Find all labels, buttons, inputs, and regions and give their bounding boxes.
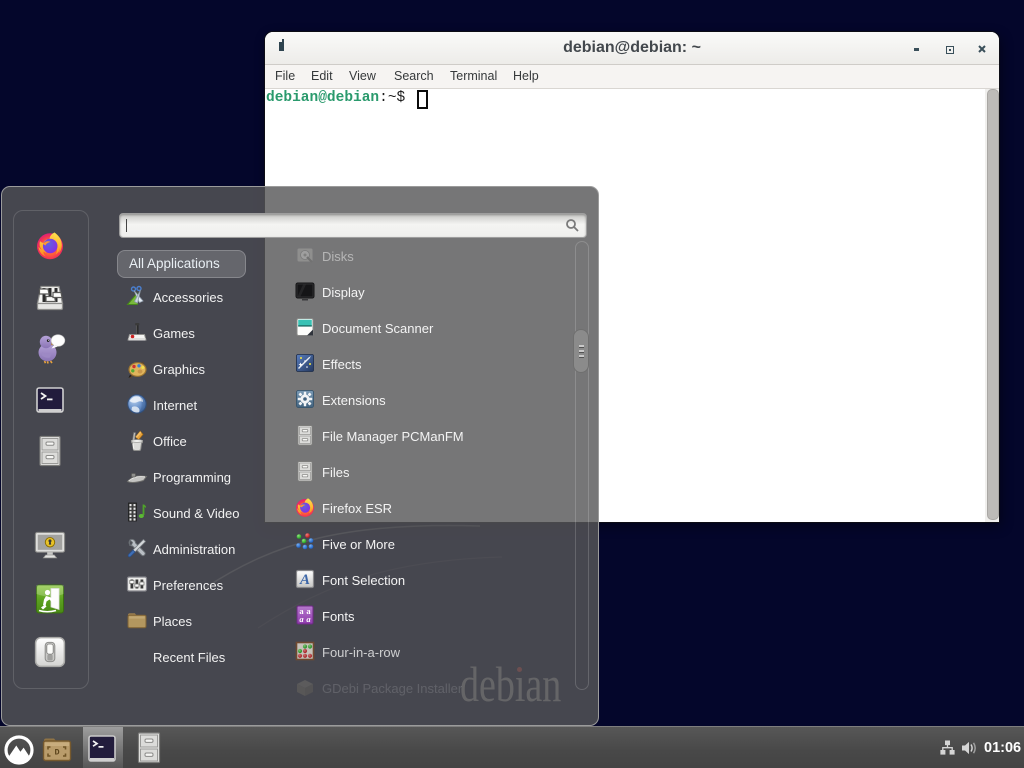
svg-text:A: A: [299, 572, 310, 588]
svg-text:D: D: [54, 748, 59, 758]
